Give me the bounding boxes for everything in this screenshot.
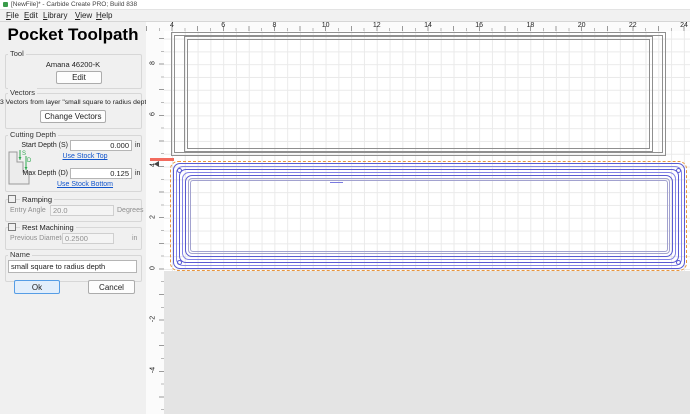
toolpath-corner-loop [177,168,182,173]
window-title: [NewFile]* - Carbide Create PRO; Build 8… [11,1,137,8]
left-ruler: 86420-2-4 [146,31,165,414]
app-window: [NewFile]* - Carbide Create PRO; Build 8… [0,0,690,414]
start-depth-input[interactable] [70,140,132,151]
top-ruler-label: 4 [170,22,174,29]
top-ruler-label: 8 [272,22,276,29]
left-ruler-label: 8 [150,61,157,65]
top-ruler-label: 6 [221,22,225,29]
name-group-label: Name [8,250,32,259]
top-ruler-label: 12 [373,22,381,29]
cancel-button[interactable]: Cancel [88,280,135,294]
max-depth-unit: in [135,170,140,177]
menu-view[interactable]: View [72,11,95,20]
previous-diameter-input [62,233,114,244]
top-ruler-label: 24 [680,22,688,29]
cutting-depth-group-label: Cutting Depth [8,130,58,139]
menu-edit[interactable]: Edit [21,11,41,20]
left-ruler-label: -2 [150,316,157,322]
max-depth-input[interactable] [70,168,132,179]
vector-rect-inner-gray[interactable] [184,36,653,152]
outside-stock-area [164,271,690,414]
vector-rect-pocket-inner-line [190,180,668,252]
ruler-position-arrow [154,161,159,167]
rest-machining-checkbox[interactable] [8,223,16,231]
toolpath-name-input[interactable] [8,260,137,273]
change-vectors-button[interactable]: Change Vectors [40,110,106,123]
top-ruler-label: 18 [526,22,534,29]
title-bar: [NewFile]* - Carbide Create PRO; Build 8… [0,0,690,10]
ramping-checkbox[interactable] [8,195,16,203]
design-canvas[interactable] [164,31,690,414]
max-depth-label: Max Depth (D) [18,170,68,177]
page-title: Pocket Toolpath [0,25,146,45]
rest-machining-label: Rest Machining [20,223,76,232]
left-ruler-label: 6 [150,112,157,116]
top-ruler-label: 22 [629,22,637,29]
top-ruler-label: 10 [322,22,330,29]
use-stock-bottom-link[interactable]: Use Stock Bottom [50,181,120,188]
toolpath-corner-loop [676,168,681,173]
toolpath-corner-loop [676,260,681,265]
app-icon [3,2,8,7]
svg-text:D: D [27,158,31,164]
previous-diameter-unit: in [132,235,137,242]
depth-diagram-icon: S D [7,148,31,186]
edit-tool-button[interactable]: Edit [56,71,102,84]
left-ruler-label: 0 [150,266,157,270]
menu-bar: File Edit Library View Help [0,10,690,22]
top-ruler-label: 16 [475,22,483,29]
left-ruler-label: 2 [150,215,157,219]
menu-library[interactable]: Library [40,11,70,20]
menu-file[interactable]: File [3,11,22,20]
start-depth-label: Start Depth (S) [18,142,68,149]
entry-angle-label: Entry Angle [10,207,46,214]
start-depth-unit: in [135,142,140,149]
vector-rect-inner-gray-line [187,39,650,149]
tool-name: Amana 46200-K [0,60,146,69]
tool-group-label: Tool [8,49,26,58]
top-ruler-label: 20 [578,22,586,29]
entry-angle-unit: Degrees [117,207,143,214]
top-ruler-label: 14 [424,22,432,29]
pocket-toolpath-panel: Pocket Toolpath Tool Amana 46200-K Edit … [0,22,147,414]
svg-text:S: S [22,151,26,157]
previous-diameter-label: Previous Diameter [10,235,68,242]
vectors-group-label: Vectors [8,88,37,97]
ok-button[interactable]: Ok [14,280,60,294]
menu-help[interactable]: Help [93,11,115,20]
left-ruler-label: -4 [150,367,157,373]
use-stock-top-link[interactable]: Use Stock Top [50,153,120,160]
vectors-info: 3 Vectors from layer "small square to ra… [0,99,146,106]
ramping-label: Ramping [20,195,54,204]
toolpath-corner-loop [177,260,182,265]
entry-angle-input [50,205,114,216]
